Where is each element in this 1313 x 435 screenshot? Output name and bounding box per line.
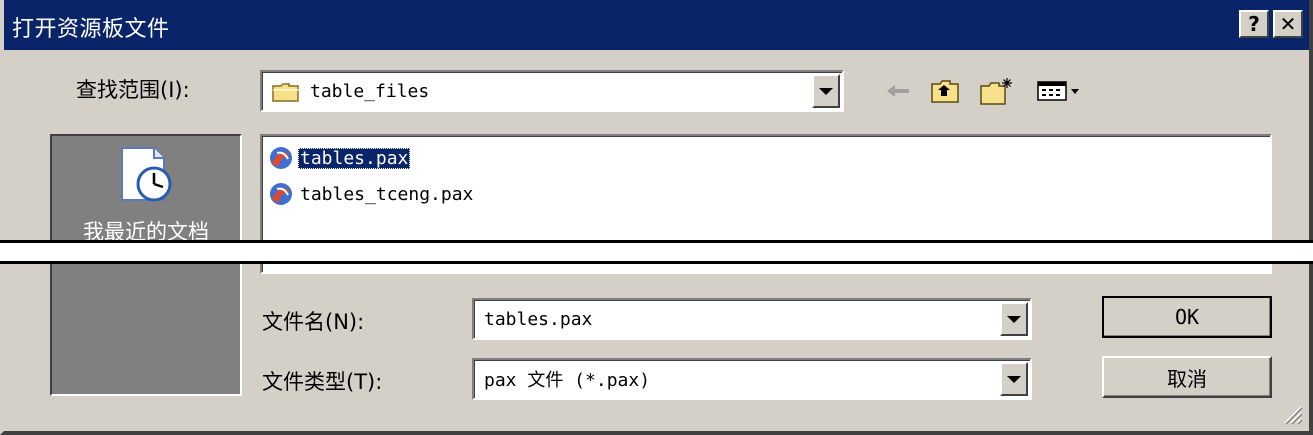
look-in-value: table_files (310, 80, 430, 102)
view-menu-icon (1037, 81, 1079, 101)
file-name: tables.pax (298, 147, 411, 169)
file-name-label: 文件名(N): (262, 310, 365, 334)
back-arrow-icon (887, 85, 909, 97)
up-folder-icon (931, 80, 959, 103)
chevron-down-icon (1007, 375, 1021, 383)
file-type-dropdown[interactable]: pax 文件 (*.pax) (472, 358, 1032, 400)
file-type-label: 文件类型(T): (262, 370, 383, 394)
help-button[interactable]: ? (1239, 10, 1269, 38)
pax-file-icon (270, 183, 292, 205)
file-item[interactable]: tables_tceng.pax (268, 180, 475, 208)
file-type-dropdown-arrow[interactable] (1000, 362, 1028, 396)
chevron-down-icon (819, 87, 833, 95)
look-in-label: 查找范围(I): (76, 78, 190, 102)
view-menu-button[interactable] (1034, 76, 1088, 106)
resize-grip-icon[interactable] (1281, 403, 1303, 425)
dialog-title: 打开资源板文件 (12, 17, 170, 42)
file-type-value: pax 文件 (*.pax) (484, 370, 651, 391)
file-name-value: tables.pax (484, 308, 593, 330)
up-folder-button[interactable] (928, 76, 962, 106)
file-name-dropdown-arrow[interactable] (1000, 302, 1028, 336)
back-button[interactable] (882, 76, 914, 106)
chevron-down-icon (1007, 315, 1021, 323)
places-bar: 我最近的文档 (50, 134, 242, 396)
cancel-button[interactable]: 取消 (1102, 356, 1272, 398)
new-folder-icon (980, 78, 1012, 105)
file-item[interactable]: tables.pax (268, 144, 411, 172)
file-name-input[interactable]: tables.pax (472, 298, 1032, 340)
recent-documents-icon (121, 147, 172, 202)
folder-icon (272, 83, 299, 102)
image-break-divider (0, 240, 1313, 264)
close-button[interactable]: ✕ (1273, 10, 1303, 38)
recent-documents-shortcut[interactable]: 我最近的文档 (52, 136, 240, 244)
pax-file-icon (270, 147, 292, 169)
new-folder-button[interactable] (978, 76, 1016, 106)
title-bar[interactable]: 打开资源板文件 ? ✕ (4, 0, 1309, 50)
look-in-dropdown[interactable]: table_files (260, 70, 844, 112)
file-name: tables_tceng.pax (300, 183, 474, 205)
open-file-dialog: 打开资源板文件 ? ✕ 查找范围(I): table_files 我最近的文档 … (0, 0, 1313, 435)
ok-button[interactable]: OK (1102, 296, 1272, 338)
look-in-dropdown-arrow[interactable] (812, 74, 840, 108)
